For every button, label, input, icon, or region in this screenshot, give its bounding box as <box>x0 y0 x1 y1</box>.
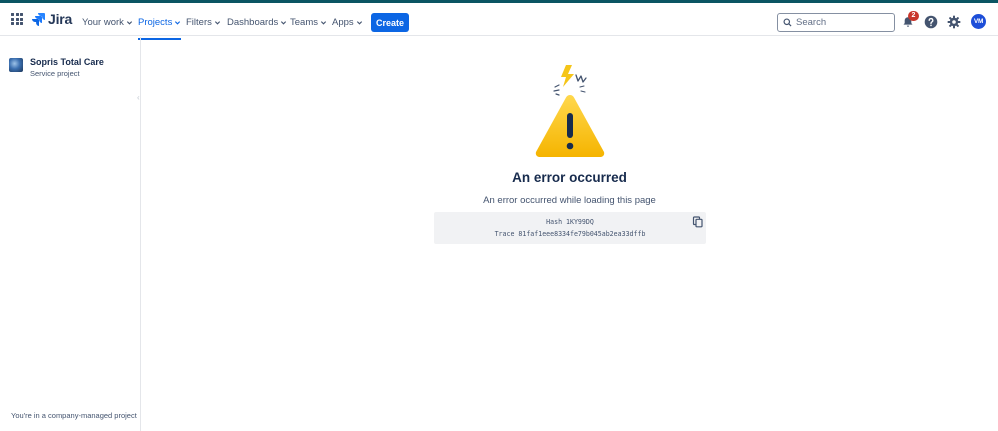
nav-label: Your work <box>82 17 124 28</box>
error-description: An error occurred while loading this pag… <box>483 195 656 206</box>
chevron-down-icon <box>281 21 287 25</box>
chevron-down-icon <box>320 21 327 25</box>
nav-your-work[interactable]: Your work <box>82 6 133 39</box>
chevron-down-icon <box>356 21 362 25</box>
sidebar: Sopris Total Care Service project ‹ You'… <box>0 37 141 431</box>
notification-badge: 2 <box>908 11 919 21</box>
nav-label: Projects <box>138 17 173 28</box>
error-hash: Hash 1KY99DQ <box>546 218 594 226</box>
nav-label: Teams <box>290 17 318 28</box>
nav-teams[interactable]: Teams <box>290 6 327 39</box>
project-type: Service project <box>30 69 80 78</box>
copy-icon <box>692 216 703 228</box>
sidebar-project-header[interactable]: Sopris Total Care Service project <box>9 57 104 78</box>
gear-icon <box>947 15 961 29</box>
search-input[interactable] <box>796 17 886 28</box>
nav-projects[interactable]: Projects <box>138 6 182 40</box>
sidebar-collapse-icon[interactable]: ‹ <box>137 93 140 102</box>
error-trace: Trace 81faf1eee8334fe79b045ab2ea33dffb <box>494 230 646 238</box>
chevron-down-icon <box>175 21 181 25</box>
search-box[interactable] <box>777 13 895 32</box>
chevron-down-icon <box>214 21 220 25</box>
nav-label: Apps <box>332 17 354 28</box>
search-icon <box>783 18 792 27</box>
warning-illustration <box>535 65 605 157</box>
user-avatar[interactable]: VM <box>971 14 986 29</box>
nav-label: Filters <box>186 17 212 28</box>
project-avatar <box>9 58 23 72</box>
nav-label: Dashboards <box>227 17 279 28</box>
nav-dashboards[interactable]: Dashboards <box>227 6 287 39</box>
copy-button[interactable] <box>692 215 704 228</box>
help-button[interactable] <box>923 14 939 30</box>
create-button[interactable]: Create <box>371 13 409 32</box>
error-trace-box: Hash 1KY99DQ Trace 81faf1eee8334fe79b045… <box>434 212 706 244</box>
nav-filters[interactable]: Filters <box>186 6 221 39</box>
top-navigation: Jira Your work Projects Filters Dashboar… <box>0 3 998 40</box>
main-content: An error occurred An error occurred whil… <box>141 37 998 431</box>
settings-button[interactable] <box>946 14 962 30</box>
logo-text: Jira <box>48 11 73 27</box>
sidebar-footer: You're in a company-managed project <box>11 411 137 420</box>
project-name: Sopris Total Care <box>30 57 104 67</box>
error-title: An error occurred <box>512 170 627 185</box>
app-switcher-icon[interactable] <box>11 13 23 25</box>
jira-logo[interactable]: Jira <box>31 11 72 27</box>
chevron-down-icon <box>126 21 132 25</box>
jira-logo-icon <box>32 13 45 26</box>
help-icon <box>924 15 938 29</box>
nav-apps[interactable]: Apps <box>332 6 363 39</box>
